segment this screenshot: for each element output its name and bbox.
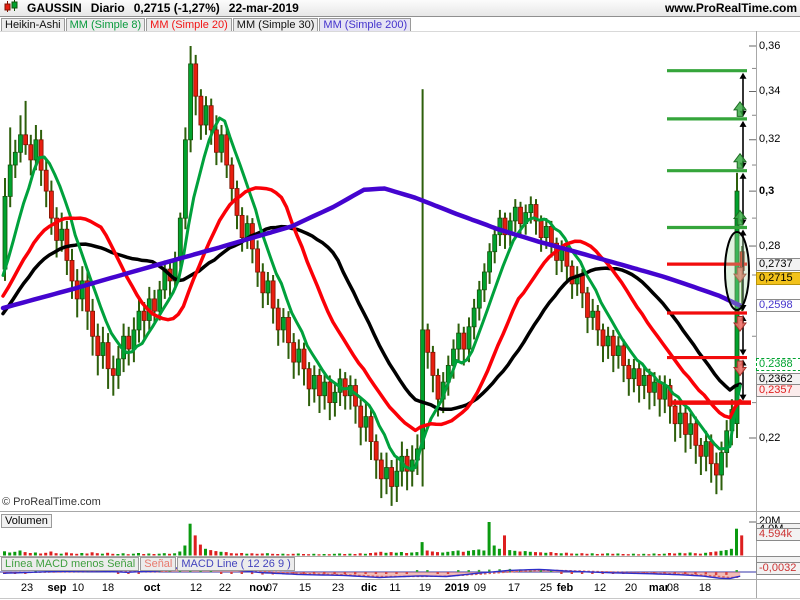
x-axis-tick-label: oct: [143, 582, 161, 594]
x-axis-tick-label: 15: [298, 582, 312, 594]
y-axis-tick-label: 0,34: [759, 84, 781, 97]
y-axis-tick-label: 0,36: [759, 39, 781, 52]
macd-last-value-label: -0,0032: [756, 562, 800, 575]
price-level-label-02715[interactable]: 0,2715: [756, 272, 800, 286]
x-axis-tick-label: 23: [331, 582, 345, 594]
volume-pane-label-text: Volumen: [5, 515, 48, 527]
x-axis-tick-label: 18: [101, 582, 115, 594]
x-axis-tick-label: 11: [389, 582, 401, 594]
x-axis-tick-label: 07: [265, 582, 279, 594]
x-axis-tick-label: 18: [698, 582, 712, 594]
volume-pane-label[interactable]: Volumen: [1, 514, 52, 528]
x-axis-tick-label: 09: [473, 582, 487, 594]
macd-legend-item[interactable]: Señal: [140, 557, 177, 571]
x-axis-tick-label: 19: [418, 582, 432, 594]
x-axis-tick-label: feb: [556, 582, 574, 594]
macd-pane-legend: Línea MACD menos Señal Señal MACD Line ( 1…: [1, 557, 295, 571]
price-level-label-02357[interactable]: 0,2357: [756, 383, 800, 397]
y-axis-tick-label: 0,32: [759, 133, 781, 146]
macd-legend-item[interactable]: MACD Line ( 12 26 9 ): [177, 557, 295, 571]
y-axis-tick-label: 0,3: [759, 184, 775, 197]
x-axis-tick-label: 23: [20, 582, 34, 594]
x-axis-tick-label: 10: [71, 582, 85, 594]
y-axis-tick-label: 0,28: [759, 239, 781, 252]
macd-legend-item[interactable]: Línea MACD menos Señal: [1, 557, 140, 571]
volume-last-value-label: 4.594k: [756, 528, 800, 541]
price-chart-canvas[interactable]: [0, 0, 800, 600]
x-axis-tick-label: 17: [507, 582, 521, 594]
copyright-watermark: © ProRealTime.com: [2, 496, 101, 508]
price-level-label-02598[interactable]: 0,2598: [756, 299, 800, 313]
y-axis-tick-label: 0,22: [759, 431, 781, 444]
x-axis-tick-label: 08: [666, 582, 680, 594]
x-axis-tick-label: 22: [218, 582, 232, 594]
price-level-label-02388[interactable]: 0.2388: [756, 358, 800, 372]
prorealtime-chart-window: GAUSSIN Diario 0,2715 (-1,27%) 22-mar-20…: [0, 0, 800, 600]
x-axis-tick-label: 12: [593, 582, 607, 594]
price-level-label-02737[interactable]: 0,2737: [756, 257, 800, 271]
